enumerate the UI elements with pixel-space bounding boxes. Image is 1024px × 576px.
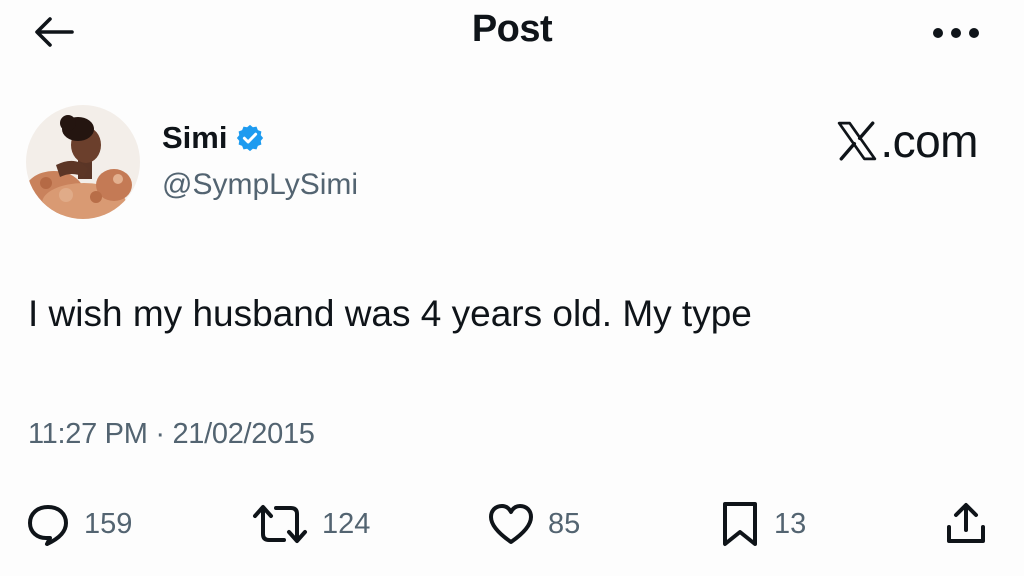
reply-button[interactable]: 159 — [26, 498, 132, 550]
more-dots-icon — [933, 28, 979, 38]
like-button[interactable]: 85 — [488, 498, 580, 550]
bookmark-button[interactable]: 13 — [720, 498, 806, 550]
reply-icon — [28, 505, 68, 546]
repost-button[interactable]: 124 — [252, 498, 370, 550]
share-icon — [947, 503, 985, 543]
repost-count: 124 — [322, 507, 371, 540]
reply-count: 159 — [84, 507, 133, 540]
x-logo-icon — [838, 121, 877, 161]
avatar-image — [26, 105, 140, 219]
more-options-button[interactable] — [928, 18, 984, 48]
share-button[interactable] — [944, 498, 988, 550]
verified-badge-icon — [237, 124, 264, 152]
repost-icon — [253, 505, 307, 543]
avatar[interactable] — [26, 105, 140, 219]
post-view: Post Simi @SympLySimi .com I wish my hus… — [0, 0, 1024, 576]
heart-icon — [489, 504, 533, 544]
bookmark-count: 13 — [774, 507, 807, 540]
post-timestamp[interactable]: 11:27 PM · 21/02/2015 — [28, 418, 315, 451]
page-title: Post — [471, 8, 553, 50]
author-handle[interactable]: @SympLySimi — [162, 168, 358, 202]
post-text: I wish my husband was 4 years old. My ty… — [28, 293, 752, 334]
author-name: Simi — [162, 120, 228, 155]
post-time: 11:27 PM — [28, 418, 148, 450]
author-name-row[interactable]: Simi — [162, 120, 265, 156]
action-bar: 159 124 85 13 — [0, 498, 1024, 550]
like-count: 85 — [548, 507, 581, 540]
bookmark-icon — [723, 502, 757, 546]
brand-watermark: .com — [836, 114, 978, 168]
brand-text: .com — [880, 115, 978, 167]
meta-separator: · — [155, 418, 165, 450]
post-date: 21/02/2015 — [172, 418, 315, 450]
